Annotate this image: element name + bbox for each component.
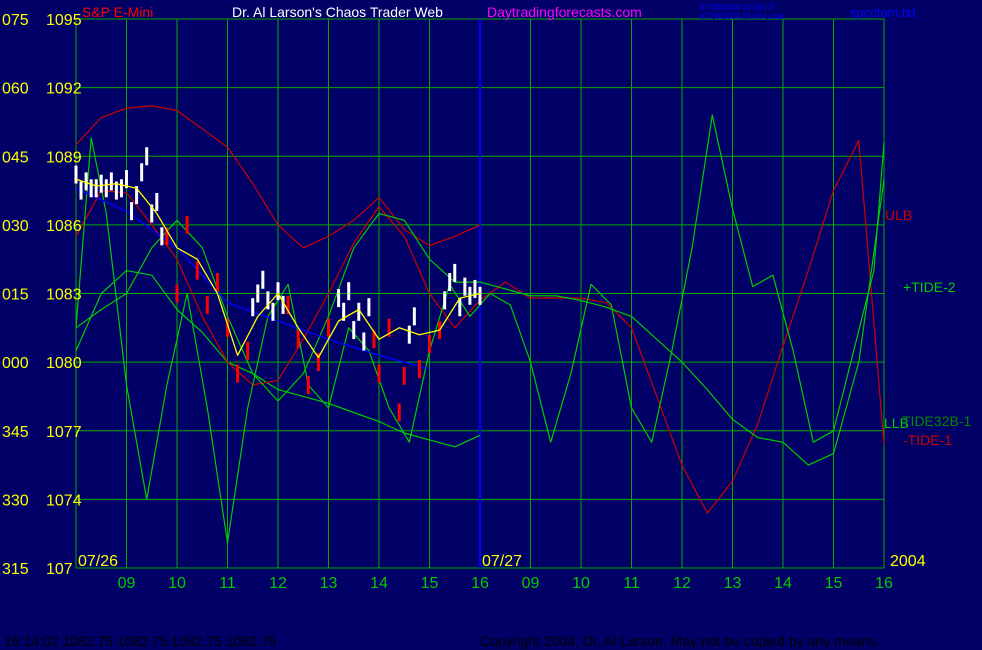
- publisher-title: Dr. Al Larson's Chaos Trader Web: [232, 4, 443, 20]
- price-tick-label: 107: [46, 561, 73, 578]
- angle-tick-label: 315: [2, 561, 29, 578]
- chart-svg: 107 315 1074 330 1077 345 1080 000 1083 015 1086 03…: [0, 0, 982, 650]
- price-tick-label: 1089: [46, 149, 82, 166]
- quote-readout: 16:14:02 1082.75 1082.75 1082.75 1082.75: [4, 633, 277, 649]
- chart-container: 107 315 1074 330 1077 345 1080 000 1083 015 1086 03…: [0, 0, 982, 650]
- price-tick-label: 1083: [46, 287, 82, 304]
- hour-tick-label: 13: [320, 575, 338, 592]
- timestamp-local: 07/26/2004 15:30 Local: [700, 12, 784, 21]
- hour-tick-label: 10: [168, 575, 186, 592]
- date-label-2: 07/27: [482, 553, 522, 570]
- series-label-tide-2: +TIDE-2: [903, 279, 956, 295]
- file-name: spcctom.txt: [850, 5, 916, 20]
- angle-tick-label: 060: [2, 81, 29, 98]
- angle-tick-label: 330: [2, 492, 29, 509]
- price-tick-label: 1080: [46, 355, 82, 372]
- angle-tick-label: 345: [2, 424, 29, 441]
- instrument-title: S&P E-Mini: [82, 4, 153, 20]
- hour-tick-label: 11: [219, 575, 236, 592]
- price-tick-label: 1086: [46, 218, 82, 235]
- year-label: 2004: [890, 553, 926, 570]
- series-label-tide-1: -TIDE-1: [903, 432, 952, 448]
- hour-tick-label: 15: [421, 575, 439, 592]
- angle-tick-label: 045: [2, 149, 29, 166]
- series-label-ulb: ULB: [885, 207, 912, 223]
- hour-tick-label: 16: [875, 575, 893, 592]
- angle-tick-label: 000: [2, 355, 29, 372]
- price-tick-label: 1095: [46, 12, 82, 29]
- price-tick-label: 1077: [46, 424, 82, 441]
- hour-tick-label: 13: [724, 575, 742, 592]
- hour-tick-label: 16: [471, 575, 489, 592]
- hour-tick-label: 09: [118, 575, 136, 592]
- hour-tick-label: 14: [774, 575, 792, 592]
- hour-tick-label: 10: [572, 575, 590, 592]
- angle-tick-label: 030: [2, 218, 29, 235]
- date-label-1: 07/26: [78, 553, 118, 570]
- series-label-tide32b-1: TIDE32B-1: [902, 413, 971, 429]
- website-title: Daytradingforecasts.com: [487, 4, 642, 20]
- hour-tick-label: 15: [825, 575, 843, 592]
- angle-tick-label: 015: [2, 287, 29, 304]
- copyright-text: Copyright 2004, Dr. Al Larson. May not b…: [480, 633, 880, 649]
- hour-tick-label: 14: [370, 575, 388, 592]
- timestamp-ut: 07/26/2004 20:30 UT: [700, 3, 775, 12]
- price-tick-label: 1074: [46, 492, 82, 509]
- angle-tick-label: 075: [2, 12, 29, 29]
- hour-tick-label: 11: [623, 575, 640, 592]
- hour-tick-label: 09: [522, 575, 540, 592]
- price-tick-label: 1092: [46, 81, 82, 98]
- hour-tick-label: 12: [673, 575, 691, 592]
- hour-tick-label: 12: [269, 575, 287, 592]
